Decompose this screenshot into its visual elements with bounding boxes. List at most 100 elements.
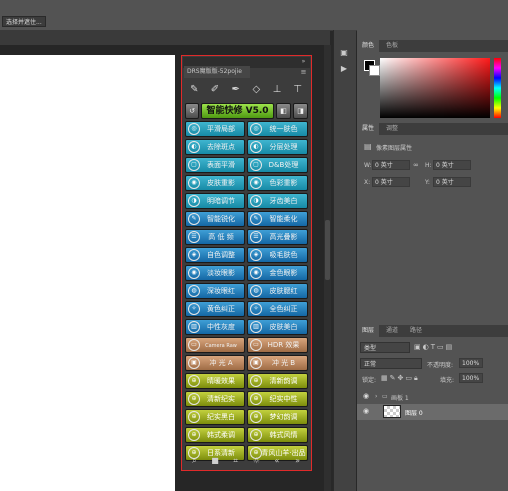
plugin-action-button[interactable]: ⊕ 清新纪实	[185, 391, 245, 407]
plugin-action-button[interactable]: ◎ 统一肤色	[247, 121, 308, 137]
eye-icon[interactable]: ◉	[361, 407, 371, 417]
plugin-action-button[interactable]: ▥ 皮肤美白	[247, 319, 308, 335]
plugin-action-button[interactable]: ✎ 智能锐化	[185, 211, 245, 227]
plugin-action-button[interactable]: ▭ Camera Raw	[185, 337, 245, 353]
after-icon[interactable]: ◨	[293, 103, 308, 119]
sun-icon[interactable]: ☼	[249, 456, 263, 465]
plugin-action-button[interactable]: ▢ 表面平滑	[185, 157, 245, 173]
action-icon: ✧	[250, 303, 262, 315]
pen-icon[interactable]: ✒	[229, 83, 243, 97]
action-label: 皮肤美白	[269, 323, 298, 331]
layer-kind-filter[interactable]: 类型	[360, 342, 410, 353]
plugin-action-button[interactable]: ▥ 中性灰度	[185, 319, 245, 335]
brush-icon[interactable]: ✎	[187, 83, 201, 97]
plugin-action-button[interactable]: ☰ 高 低 频	[185, 229, 245, 245]
plugin-action-button[interactable]: ◑ 牙齿美白	[247, 193, 308, 209]
plugin-action-button[interactable]: ✧ 全色纠正	[247, 301, 308, 317]
x-label: X:	[364, 179, 371, 186]
tab-layers[interactable]: 图层	[357, 325, 380, 337]
tab-adjustments[interactable]: 调整	[381, 123, 403, 135]
layer-row-artboard[interactable]	[357, 390, 508, 405]
plugin-action-button[interactable]: ☰ 高光叠影	[247, 229, 308, 245]
action-icon: ☰	[250, 231, 262, 243]
plugin-action-button[interactable]: ◐ 去除斑点	[185, 139, 245, 155]
plugin-action-button[interactable]: ◉ 皮肤重影	[185, 175, 245, 191]
document-canvas[interactable]	[0, 55, 175, 491]
plugin-action-button[interactable]: ✎ 智能柔化	[247, 211, 308, 227]
plugin-action-button[interactable]: ◍ 皮肤腮红	[247, 283, 308, 299]
action-icon: ⊕	[188, 393, 200, 405]
tab-swatches[interactable]: 色板	[381, 40, 403, 52]
properties-title: 像素图层属性	[376, 145, 413, 152]
action-icon: ⊕	[188, 375, 200, 387]
crop-icon[interactable]: ⌗	[229, 456, 243, 466]
plugin-action-button[interactable]: ▢ D&B处理	[247, 157, 308, 173]
fill-field[interactable]: 100%	[459, 373, 483, 383]
plugin-action-button[interactable]: ◈ 自色调整	[185, 247, 245, 263]
collapse-icon[interactable]: »	[299, 58, 308, 66]
plugin-button-row: ☰ 高 低 频 ☰ 高光叠影	[185, 229, 308, 245]
history-icon[interactable]: ▣	[338, 48, 350, 60]
stamp-icon[interactable]: ⊥	[270, 83, 284, 97]
scrollbar-thumb[interactable]	[325, 220, 330, 280]
plugin-action-button[interactable]: ◍ 深妆眼红	[185, 283, 245, 299]
plugin-action-button[interactable]: ⊕ 韩式风情	[247, 427, 308, 443]
stamp-plus-icon[interactable]: ⊤	[291, 83, 305, 97]
search-icon[interactable]: ⌕	[187, 456, 201, 466]
action-label: 统一肤色	[269, 125, 298, 133]
opacity-field[interactable]: 100%	[459, 358, 483, 368]
panel-menu-icon[interactable]: ≡	[299, 68, 308, 76]
brush-alt-icon[interactable]: ✐	[208, 83, 222, 97]
eraser-icon[interactable]: ◇	[249, 83, 263, 97]
plugin-action-button[interactable]: ◐ 分层处理	[247, 139, 308, 155]
plugin-tab[interactable]: DRS魔版版-52pojie	[184, 66, 250, 78]
blend-mode-select[interactable]: 正常	[360, 358, 422, 369]
plugin-action-button[interactable]: ▭ HDR 效果	[247, 337, 308, 353]
plugin-action-button[interactable]: ⊕ 韩式柔调	[185, 427, 245, 443]
link-icon[interactable]: ∞	[413, 161, 419, 169]
x-field[interactable]: 0 英寸	[372, 177, 410, 187]
filter-icons[interactable]: ▣◐T▭▤	[414, 343, 454, 351]
lock-icons[interactable]: ▦✎✥▭🔒︎	[381, 374, 420, 383]
plugin-action-button[interactable]: ⊕ 纪实黑白	[185, 409, 245, 425]
chevron-right-icon[interactable]: ›	[375, 393, 377, 400]
plugin-action-button[interactable]: ◑ 明暗调节	[185, 193, 245, 209]
plugin-action-button[interactable]: ✧ 黄色纠正	[185, 301, 245, 317]
plugin-action-button[interactable]: ⊕ 晴暖效果	[185, 373, 245, 389]
plugin-action-button[interactable]: ◈ 吸毛肤色	[247, 247, 308, 263]
stop-icon[interactable]: ■	[208, 456, 222, 465]
plugin-action-button[interactable]: ⊕ 清新韵调	[247, 373, 308, 389]
layer-thumbnail	[383, 405, 401, 418]
color-picker-field[interactable]	[380, 58, 490, 118]
prev-icon[interactable]: «	[270, 456, 284, 465]
tab-color[interactable]: 颜色	[357, 40, 380, 52]
next-icon[interactable]: »	[291, 456, 305, 465]
plugin-action-button[interactable]: ▣ 冲 光 A	[185, 355, 245, 371]
tab-channels[interactable]: 通道	[381, 325, 403, 337]
plugin-action-button[interactable]: ▣ 冲 光 B	[247, 355, 308, 371]
plugin-action-button[interactable]: ⊕ 梦幻韵调	[247, 409, 308, 425]
tab-properties[interactable]: 属性	[357, 123, 380, 135]
opacity-label: 不透明度:	[427, 362, 454, 369]
layer-name[interactable]: 图层 0	[405, 408, 423, 417]
tab-paths[interactable]: 路径	[405, 325, 427, 337]
height-field[interactable]: 0 英寸	[433, 160, 471, 170]
reset-icon[interactable]: ↺	[185, 103, 199, 119]
plugin-action-button[interactable]: ⊕ 纪实中性	[247, 391, 308, 407]
background-color-swatch[interactable]	[369, 65, 380, 76]
actions-icon[interactable]: ▶	[338, 64, 350, 76]
before-icon[interactable]: ◧	[276, 103, 291, 119]
action-icon: ◍	[250, 285, 262, 297]
plugin-action-button[interactable]: ◉ 金色眼影	[247, 265, 308, 281]
plugin-button-row: ✧ 黄色纠正 ✧ 全色纠正	[185, 301, 308, 317]
select-and-mask-button[interactable]: 选择并遮住...	[2, 16, 46, 27]
artboard-name: 画板 1	[391, 395, 409, 402]
y-field[interactable]: 0 英寸	[433, 177, 471, 187]
plugin-action-button[interactable]: ◉ 色彩重影	[247, 175, 308, 191]
layer-row-selected[interactable]	[357, 404, 508, 420]
plugin-action-button[interactable]: ◎ 平滑局部	[185, 121, 245, 137]
eye-icon[interactable]: ◉	[361, 392, 371, 402]
hue-slider[interactable]	[494, 58, 501, 118]
width-field[interactable]: 0 英寸	[372, 160, 410, 170]
plugin-action-button[interactable]: ◉ 淡妆眼影	[185, 265, 245, 281]
